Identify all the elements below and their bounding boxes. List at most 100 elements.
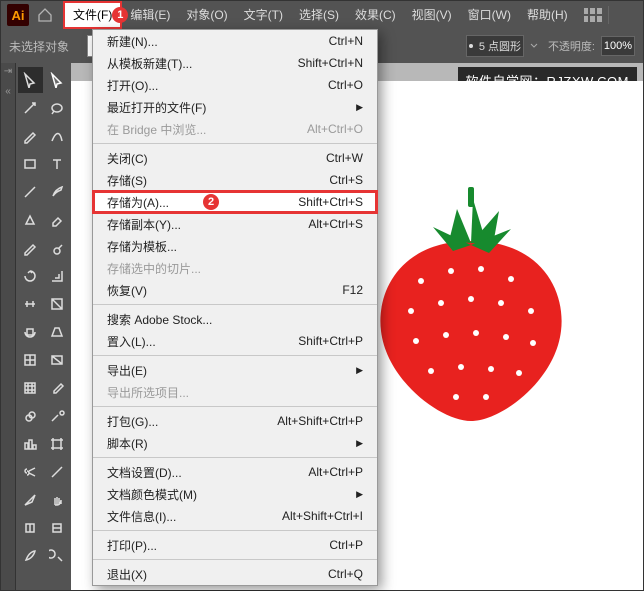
menu-item-shortcut: Shift+Ctrl+P bbox=[298, 334, 363, 348]
shape-builder-tool[interactable] bbox=[18, 319, 43, 345]
menu-item-label: 最近打开的文件(F) bbox=[107, 99, 206, 116]
menu-item-打开o[interactable]: 打开(O)...Ctrl+O bbox=[93, 74, 377, 96]
blob-brush-tool[interactable] bbox=[45, 235, 70, 261]
menu-item-shortcut: Alt+Shift+Ctrl+P bbox=[277, 414, 363, 428]
menu-item-label: 打包(G)... bbox=[107, 413, 158, 430]
home-icon[interactable] bbox=[37, 7, 53, 23]
menu-item-label: 导出所选项目... bbox=[107, 384, 189, 401]
menu-item-label: 文件信息(I)... bbox=[107, 508, 176, 525]
menu-item-恢复v[interactable]: 恢复(V)F12 bbox=[93, 279, 377, 301]
menu-item-label: 搜索 Adobe Stock... bbox=[107, 311, 212, 328]
perspective-tool[interactable] bbox=[45, 319, 70, 345]
symbol-sprayer-tool[interactable] bbox=[45, 403, 70, 429]
menu-对象[interactable]: 对象(O) bbox=[178, 1, 235, 29]
menu-item-退出x[interactable]: 退出(X)Ctrl+Q bbox=[93, 563, 377, 585]
menu-item-文档颜色模式m[interactable]: 文档颜色模式(M) ▶ bbox=[93, 483, 377, 505]
menu-窗口[interactable]: 窗口(W) bbox=[460, 1, 519, 29]
menu-item-shortcut: Alt+Ctrl+O bbox=[307, 122, 363, 136]
app-logo: Ai bbox=[7, 4, 29, 26]
menu-item-label: 打印(P)... bbox=[107, 537, 157, 554]
artboard-tool[interactable] bbox=[45, 431, 70, 457]
chevron-down-icon bbox=[530, 42, 538, 50]
menu-item-label: 恢复(V) bbox=[107, 282, 147, 299]
menu-item-打印p[interactable]: 打印(P)... Ctrl+P bbox=[93, 534, 377, 556]
direct-selection-tool[interactable] bbox=[45, 67, 70, 93]
menu-item-label: 打开(O)... bbox=[107, 77, 158, 94]
shaper-tool[interactable] bbox=[18, 207, 43, 233]
menu-视图[interactable]: 视图(V) bbox=[404, 1, 460, 29]
blend-tool[interactable] bbox=[18, 403, 43, 429]
menu-效果[interactable]: 效果(C) bbox=[347, 1, 404, 29]
slice-tool[interactable] bbox=[18, 487, 43, 513]
menu-编辑[interactable]: 编辑(E) bbox=[122, 1, 178, 29]
feather-tool[interactable] bbox=[18, 543, 43, 569]
gradient-tool[interactable] bbox=[45, 347, 70, 373]
menu-item-shortcut: Ctrl+W bbox=[326, 151, 363, 165]
pencil-tool[interactable] bbox=[18, 235, 43, 261]
selection-tool[interactable] bbox=[18, 67, 43, 93]
paintbrush-tool[interactable] bbox=[45, 179, 70, 205]
stroke-profile-dropdown[interactable]: 5 点圆形 bbox=[466, 35, 524, 57]
menu-item-label: 置入(L)... bbox=[107, 333, 156, 350]
live-paint-tool[interactable] bbox=[18, 515, 43, 541]
mesh-tool[interactable] bbox=[18, 347, 43, 373]
menu-item-shortcut: Shift+Ctrl+S bbox=[298, 195, 363, 209]
eraser-tool[interactable] bbox=[45, 207, 70, 233]
menu-item-存储s[interactable]: 存储(S)Ctrl+S bbox=[93, 169, 377, 191]
menu-item-文件信息i[interactable]: 文件信息(I)...Alt+Shift+Ctrl+I bbox=[93, 505, 377, 527]
toolbar-collapse-strip[interactable]: ⇥« bbox=[1, 63, 16, 590]
opacity-value[interactable]: 100% bbox=[601, 36, 635, 56]
menu-文件[interactable]: 文件(F)1 bbox=[63, 1, 122, 29]
menubar: Ai 文件(F)1编辑(E)对象(O)文字(T)选择(S)效果(C)视图(V)窗… bbox=[1, 1, 643, 29]
opacity-label: 不透明度: bbox=[548, 38, 595, 54]
line-tool[interactable] bbox=[18, 179, 43, 205]
menu-item-导出e[interactable]: 导出(E)▶ bbox=[93, 359, 377, 381]
grid-tool[interactable] bbox=[18, 375, 43, 401]
menu-item-shortcut: Shift+Ctrl+N bbox=[298, 56, 363, 70]
menu-item-shortcut: Ctrl+N bbox=[329, 34, 363, 48]
menu-item-文档设置d[interactable]: 文档设置(D)...Alt+Ctrl+P bbox=[93, 461, 377, 483]
eyedropper-tool[interactable] bbox=[45, 375, 70, 401]
submenu-arrow-icon: ▶ bbox=[356, 438, 363, 449]
menu-item-搜索 adobe stock[interactable]: 搜索 Adobe Stock... bbox=[93, 308, 377, 330]
scale-tool[interactable] bbox=[45, 263, 70, 289]
rectangle-tool[interactable] bbox=[18, 151, 43, 177]
magic-wand-tool[interactable] bbox=[18, 95, 43, 121]
type-tool[interactable] bbox=[45, 151, 70, 177]
menu-item-置入l[interactable]: 置入(L)... Shift+Ctrl+P bbox=[93, 330, 377, 352]
free-transform-tool[interactable] bbox=[45, 291, 70, 317]
menu-item-label: 存储副本(Y)... bbox=[107, 216, 181, 233]
menu-item-label: 文档颜色模式(M) bbox=[107, 486, 197, 503]
width-tool[interactable] bbox=[18, 291, 43, 317]
stroke-profile-label: 5 点圆形 bbox=[479, 38, 521, 54]
lasso-tool[interactable] bbox=[45, 95, 70, 121]
column-graph-tool[interactable] bbox=[18, 431, 43, 457]
hand-tool[interactable] bbox=[45, 487, 70, 513]
menu-item-在 bridge 中浏览: 在 Bridge 中浏览...Alt+Ctrl+O bbox=[93, 118, 377, 140]
menu-文字[interactable]: 文字(T) bbox=[236, 1, 291, 29]
menu-选择[interactable]: 选择(S) bbox=[291, 1, 347, 29]
menu-item-shortcut: Ctrl+P bbox=[329, 538, 363, 552]
menu-item-最近打开的文件f[interactable]: 最近打开的文件(F)▶ bbox=[93, 96, 377, 118]
menu-item-脚本r[interactable]: 脚本(R)▶ bbox=[93, 432, 377, 454]
curvature-tool[interactable] bbox=[45, 123, 70, 149]
menu-item-label: 导出(E) bbox=[107, 362, 147, 379]
pen-tool[interactable] bbox=[18, 123, 43, 149]
menu-item-存储为模板[interactable]: 存储为模板... bbox=[93, 235, 377, 257]
menu-item-存储为a[interactable]: 存储为(A)...Shift+Ctrl+S2 bbox=[93, 191, 377, 213]
rotate-tool[interactable] bbox=[18, 263, 43, 289]
menu-item-label: 退出(X) bbox=[107, 566, 147, 583]
menu-item-打包g[interactable]: 打包(G)... Alt+Shift+Ctrl+P bbox=[93, 410, 377, 432]
live-paint-select-tool[interactable] bbox=[45, 515, 70, 541]
menu-帮助[interactable]: 帮助(H) bbox=[519, 1, 576, 29]
menu-item-label: 新建(N)... bbox=[107, 33, 158, 50]
workspace-switcher-icon[interactable] bbox=[584, 8, 602, 22]
menu-item-新建n[interactable]: 新建(N)... Ctrl+N bbox=[93, 30, 377, 52]
scissors-tool[interactable] bbox=[18, 459, 43, 485]
knife-tool[interactable] bbox=[45, 459, 70, 485]
zoom-tool[interactable] bbox=[45, 543, 70, 569]
menu-item-从模板新建t[interactable]: 从模板新建(T)...Shift+Ctrl+N bbox=[93, 52, 377, 74]
menu-item-存储副本y[interactable]: 存储副本(Y)...Alt+Ctrl+S bbox=[93, 213, 377, 235]
submenu-arrow-icon: ▶ bbox=[356, 489, 363, 500]
menu-item-关闭c[interactable]: 关闭(C)Ctrl+W bbox=[93, 147, 377, 169]
